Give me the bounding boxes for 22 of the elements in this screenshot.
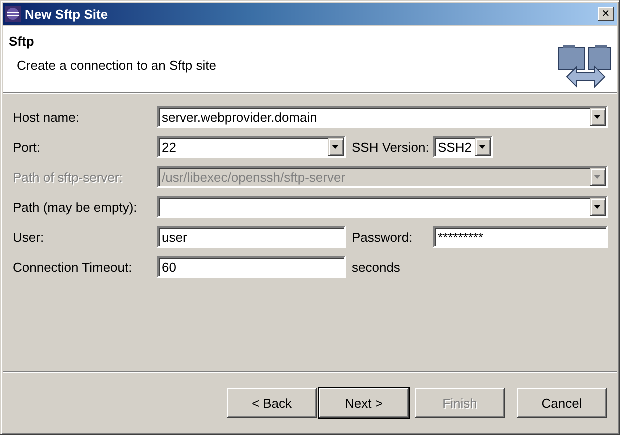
window-title: New Sftp Site xyxy=(25,6,110,22)
dropdown-field[interactable]: server.webprovider.domain xyxy=(157,106,608,128)
dropdown-field[interactable]: SSH2 xyxy=(433,136,493,158)
input-field[interactable]: 60 xyxy=(157,256,346,278)
wizard-button[interactable]: Cancel xyxy=(517,388,607,418)
field-label: Connection Timeout: xyxy=(13,260,134,274)
wizard-button[interactable]: Next > xyxy=(319,388,409,418)
field-label: Path (may be empty): xyxy=(13,200,138,214)
page-description: Create a connection to an Sftp site xyxy=(17,58,218,73)
field-label: Path of sftp-server: xyxy=(13,170,124,184)
close-button[interactable]: ✕ xyxy=(598,7,614,21)
input-field[interactable]: ********* xyxy=(433,226,608,248)
input-field[interactable]: user xyxy=(157,226,346,248)
field-label: SSH Version: xyxy=(352,140,427,154)
unit-label: seconds xyxy=(352,260,400,274)
field-label: Host name: xyxy=(13,110,80,124)
dropdown-field[interactable]: 22 xyxy=(157,136,346,158)
page-title: Sftp xyxy=(9,34,36,49)
field-label: User: xyxy=(13,230,46,244)
field-label: Password: xyxy=(352,230,414,244)
wizard-button[interactable]: < Back xyxy=(227,388,317,418)
field-label: Port: xyxy=(13,140,42,154)
